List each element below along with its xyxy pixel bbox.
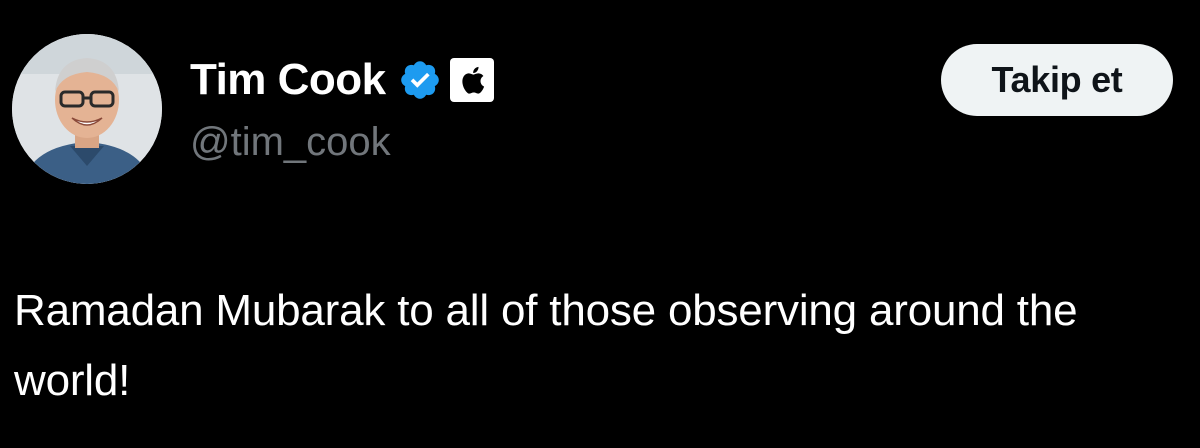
author-name-row: Tim Cook [190,52,494,108]
avatar-image [12,34,162,184]
tweet-text: Ramadan Mubarak to all of those observin… [14,286,1090,405]
apple-logo-icon[interactable] [449,58,494,102]
avatar[interactable] [12,34,162,184]
display-name[interactable]: Tim Cook [190,55,386,105]
author-handle[interactable]: @tim_cook [190,120,391,165]
verified-badge-icon[interactable] [398,58,442,102]
follow-button[interactable]: Takip et [941,44,1173,116]
tweet-card: Tim Cook @tim_cook Takip et Ramadan Muba… [0,0,1200,448]
